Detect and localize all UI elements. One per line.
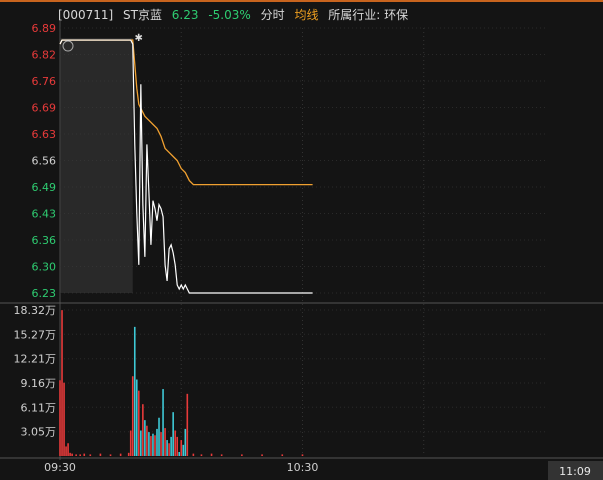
price-tick-label: 6.63 (32, 128, 57, 141)
volume-tick-label: 15.27万 (14, 328, 57, 341)
price-tick-label: 6.36 (32, 234, 57, 247)
volume-tick-label: 9.16万 (21, 377, 57, 390)
time-cursor-label: 11:09 (559, 465, 591, 478)
price-tick-label: 6.76 (32, 75, 57, 88)
price-tick-label: 6.30 (32, 261, 57, 274)
time-tick-label: 09:30 (44, 461, 76, 474)
price-tick-label: 6.82 (32, 49, 57, 62)
price-tick-label: 6.89 (32, 22, 57, 35)
price-tick-label: 6.23 (32, 287, 57, 300)
price-lines: ✱ (59, 33, 313, 294)
annotation-star-icon: ✱ (135, 33, 143, 44)
time-axis: 09:30 10:30 11:09 (44, 461, 603, 480)
price-axis: 6.89 6.82 6.76 6.69 6.63 6.56 6.49 6.43 6.36 6.30… (32, 22, 57, 300)
volume-tick-label: 6.11万 (21, 401, 57, 414)
price-tick-label: 6.69 (32, 102, 57, 115)
volume-tick-label: 3.05万 (21, 426, 57, 439)
volume-tick-label: 12.21万 (14, 353, 57, 366)
time-tick-label: 10:30 (287, 461, 319, 474)
price-tick-label: 6.43 (32, 208, 57, 221)
price-tick-label: 6.56 (32, 155, 57, 168)
volume-tick-label: 18.32万 (14, 304, 57, 317)
price-tick-label: 6.49 (32, 181, 57, 194)
volume-axis: 18.32万 15.27万 12.21万 9.16万 6.11万 3.05万 (14, 304, 57, 439)
opening-highlight (60, 38, 133, 293)
intraday-chart[interactable]: 6.89 6.82 6.76 6.69 6.63 6.56 6.49 6.43 6.36 6.30… (0, 0, 603, 480)
